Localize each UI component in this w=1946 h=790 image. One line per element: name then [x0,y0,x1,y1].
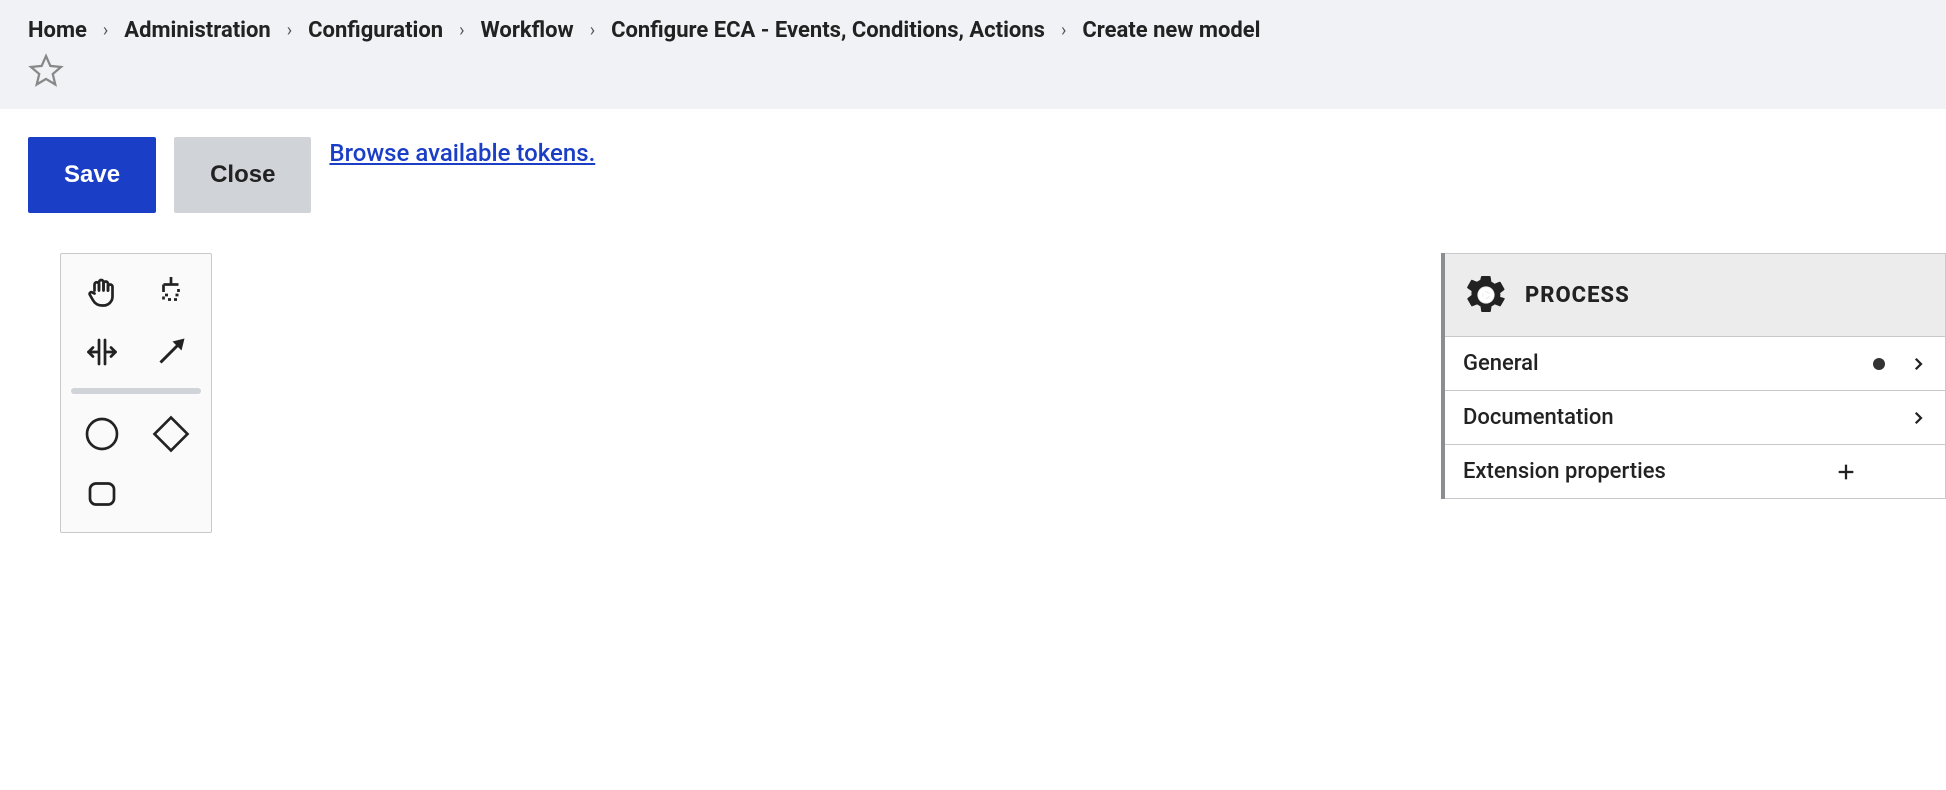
process-gear-icon [1463,272,1509,318]
create-gateway-icon[interactable] [147,410,195,458]
panel-section-extension-properties[interactable]: Extension properties [1445,445,1946,499]
panel-header: PROCESS [1445,253,1946,337]
space-tool-icon[interactable] [78,328,126,376]
plus-icon[interactable] [1835,461,1857,483]
breadcrumb-configure-eca[interactable]: Configure ECA - Events, Conditions, Acti… [611,18,1045,43]
breadcrumb-administration[interactable]: Administration [124,18,270,43]
breadcrumb-configuration[interactable]: Configuration [308,18,443,43]
properties-panel: PROCESS General Documentation Extension … [1441,253,1946,499]
chevron-right-icon: › [590,20,595,41]
browse-tokens-link[interactable]: Browse available tokens. [329,139,595,167]
breadcrumb-create-new-model[interactable]: Create new model [1082,18,1260,43]
chevron-right-icon [1909,409,1927,427]
action-toolbar: Save Close Browse available tokens. [0,109,1946,213]
star-outline-icon[interactable] [28,53,1918,89]
palette-separator [71,388,201,394]
panel-section-documentation[interactable]: Documentation [1445,391,1946,445]
save-button[interactable]: Save [28,137,156,213]
bpmn-editor: PROCESS General Documentation Extension … [0,233,1946,753]
hand-tool-icon[interactable] [78,268,126,316]
breadcrumb-workflow[interactable]: Workflow [481,18,574,43]
panel-title: PROCESS [1525,283,1630,308]
chevron-right-icon: › [459,20,464,41]
global-connect-tool-icon[interactable] [147,328,195,376]
breadcrumb: Home › Administration › Configuration › … [28,18,1918,43]
panel-section-general[interactable]: General [1445,337,1946,391]
panel-section-label: Extension properties [1463,459,1666,484]
chevron-right-icon: › [287,20,292,41]
lasso-tool-icon[interactable] [147,268,195,316]
panel-section-label: Documentation [1463,405,1614,430]
tool-palette [60,253,212,533]
header-region: Home › Administration › Configuration › … [0,0,1946,109]
create-task-icon[interactable] [78,470,126,518]
panel-section-label: General [1463,351,1539,376]
breadcrumb-home[interactable]: Home [28,18,87,43]
create-start-event-icon[interactable] [78,410,126,458]
palette-empty-slot [147,470,195,518]
data-indicator-dot-icon [1873,358,1885,370]
chevron-right-icon [1909,355,1927,373]
close-button[interactable]: Close [174,137,311,213]
chevron-right-icon: › [103,20,108,41]
chevron-right-icon: › [1061,20,1066,41]
